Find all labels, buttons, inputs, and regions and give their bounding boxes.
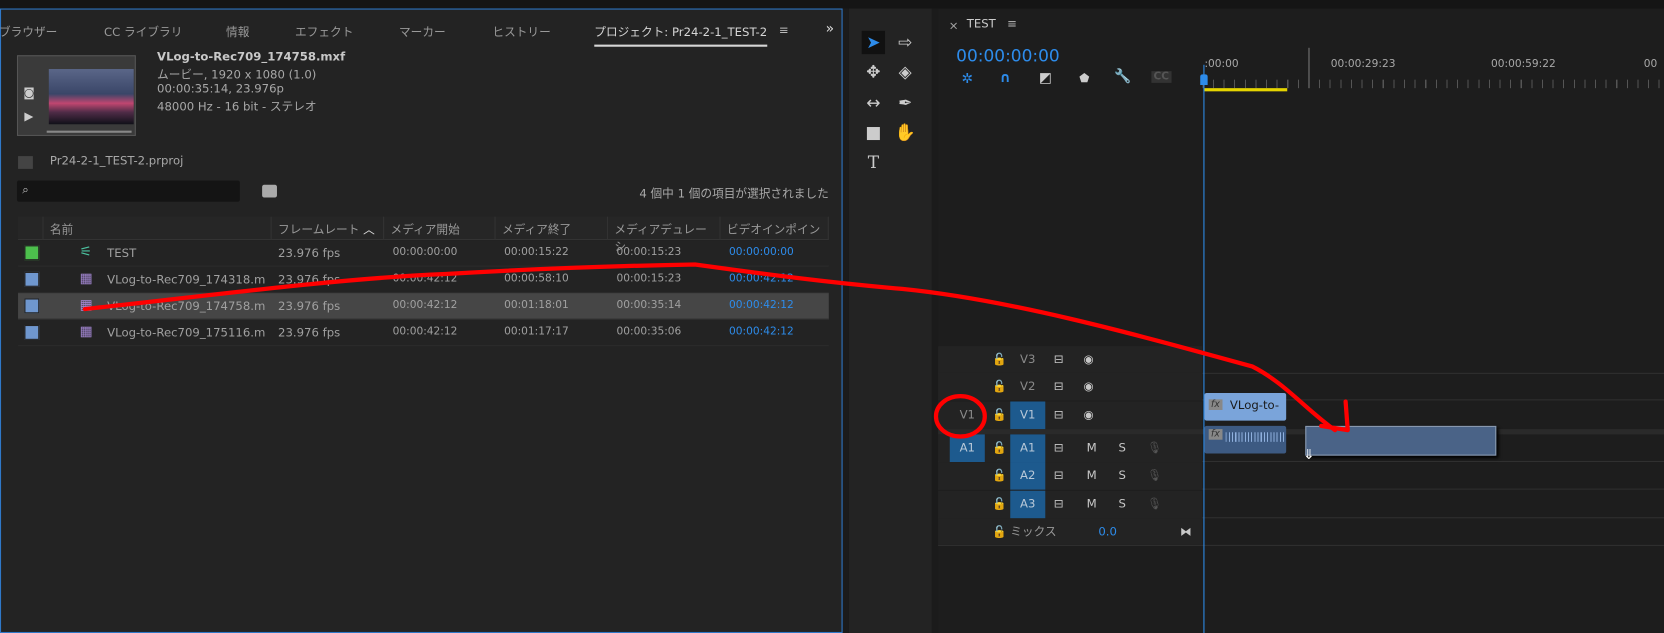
- annotation-drag-arrow: [82, 262, 1338, 433]
- annotation-circle-v1: [933, 394, 987, 439]
- red-annotation: [82, 262, 1350, 439]
- annotation-arrowhead: [1319, 399, 1350, 433]
